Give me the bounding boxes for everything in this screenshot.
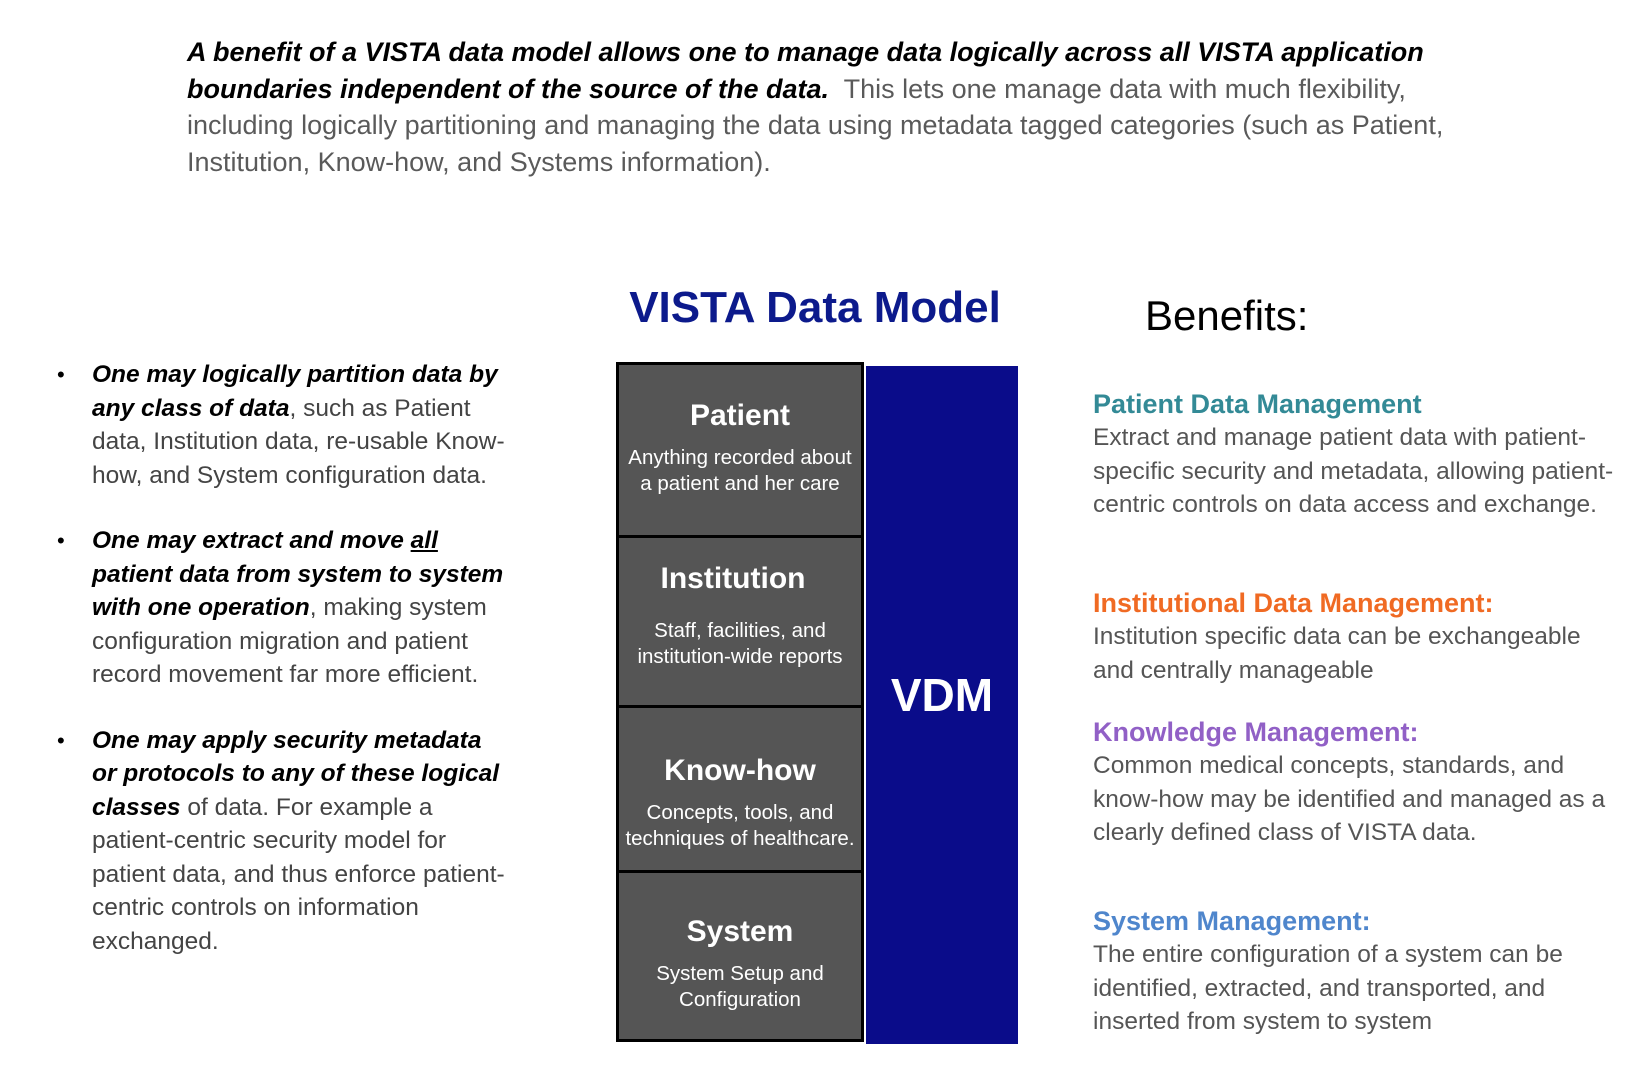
vdm-bar: VDM	[866, 366, 1018, 1044]
layer-name: System	[686, 915, 794, 948]
layer-institution: Institution Staff, facilities, and insti…	[619, 535, 861, 705]
benefit-institutional: Institutional Data Management: Instituti…	[1093, 586, 1623, 687]
layer-system: System System Setup and Configuration	[619, 870, 861, 1039]
bullet-bold-underlined: all	[410, 527, 438, 554]
layer-desc-line: System Setup and	[656, 962, 824, 985]
layer-name: Know-how	[664, 754, 816, 787]
benefit-text: Extract and manage patient data with pat…	[1093, 424, 1614, 518]
benefit-system: System Management: The entire configurat…	[1093, 904, 1623, 1039]
benefit-text: Institution specific data can be exchang…	[1093, 623, 1581, 684]
benefit-heading: Institutional Data Management:	[1093, 588, 1494, 618]
layer-desc-line: a patient and her care	[640, 472, 840, 495]
benefit-patient: Patient Data Management Extract and mana…	[1093, 387, 1623, 522]
benefits-title: Benefits:	[1145, 292, 1309, 339]
bullet-item: One may extract and move all patient dat…	[52, 524, 512, 692]
layer-desc-line: techniques of healthcare.	[625, 827, 855, 850]
layer-desc-line: Anything recorded about	[628, 446, 852, 469]
benefit-text: Common medical concepts, standards, and …	[1093, 752, 1606, 846]
benefit-text: The entire configuration of a system can…	[1093, 941, 1563, 1035]
layer-patient: Patient Anything recorded about a patien…	[619, 365, 861, 535]
bullet-bold: One may extract and move	[92, 527, 411, 554]
layer-desc-line: Configuration	[679, 988, 801, 1011]
layer-stack: Patient Anything recorded about a patien…	[616, 362, 864, 1042]
layer-desc-line: Staff, facilities, and	[654, 619, 826, 642]
vdm-label: VDM	[890, 669, 994, 721]
layer-name: Patient	[689, 399, 791, 432]
benefit-heading: Knowledge Management:	[1093, 717, 1419, 747]
benefit-heading: Patient Data Management	[1093, 389, 1422, 419]
layer-desc-line: institution-wide reports	[637, 645, 843, 668]
layer-desc-line: Concepts, tools, and	[646, 801, 834, 824]
diagram-title: VISTA Data Model	[629, 283, 1001, 332]
bullet-list: One may logically partition data by any …	[52, 358, 512, 958]
benefit-knowledge: Knowledge Management: Common medical con…	[1093, 715, 1623, 850]
layer-name: Institution	[660, 562, 806, 595]
benefit-heading: System Management:	[1093, 906, 1371, 936]
bullet-item: One may logically partition data by any …	[52, 358, 512, 492]
bullet-item: One may apply security metadata or proto…	[52, 724, 512, 959]
layer-know-how: Know-how Concepts, tools, and techniques…	[619, 705, 861, 870]
intro-paragraph: A benefit of a VISTA data model allows o…	[187, 34, 1477, 180]
